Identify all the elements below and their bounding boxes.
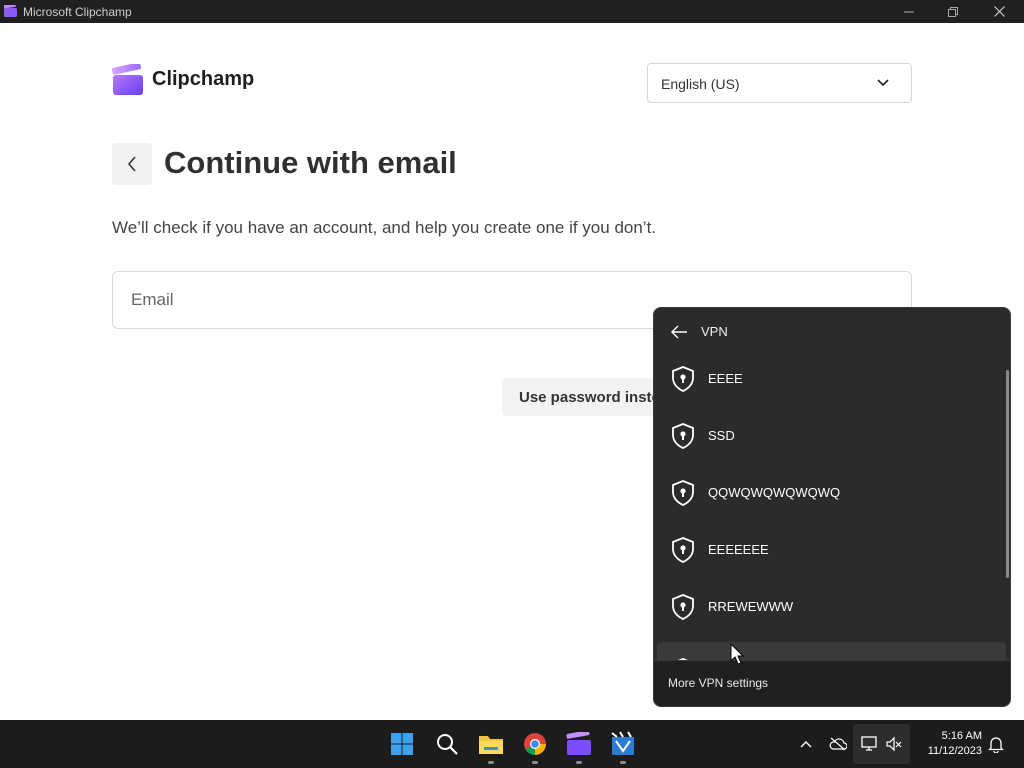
- vpn-connection-name: EEEEEEE: [708, 542, 769, 557]
- minimize-button[interactable]: [886, 0, 932, 23]
- start-button[interactable]: [386, 728, 418, 760]
- running-indicator: [576, 761, 582, 764]
- running-indicator: [532, 761, 538, 764]
- taskbar-clipchamp[interactable]: [563, 728, 595, 764]
- restore-icon: [948, 6, 958, 17]
- taskbar-chrome[interactable]: [519, 728, 551, 764]
- language-selected-value: English (US): [661, 76, 740, 92]
- clock-time: 5:16 AM: [941, 730, 982, 742]
- folder-icon: [479, 736, 503, 754]
- show-hidden-icons-button[interactable]: [796, 734, 816, 754]
- restore-button[interactable]: [930, 0, 976, 23]
- vpn-connection-name: SSD: [708, 428, 735, 443]
- vpn-shield-icon: [672, 480, 694, 506]
- chrome-icon: [524, 733, 546, 755]
- volume-muted-icon: [886, 736, 902, 752]
- vpn-shield-icon: [672, 594, 694, 620]
- chevron-left-icon: [127, 156, 136, 172]
- vpn-connection-list[interactable]: EEEE SSD QQWQWQWQWQWQ EEEEEEE RREWEWWW: [654, 350, 1006, 660]
- running-indicator: [488, 761, 494, 764]
- use-password-instead-button[interactable]: Use password instead: [502, 378, 672, 416]
- movie-maker-icon: [611, 731, 634, 755]
- chevron-down-icon: [877, 79, 889, 87]
- taskbar: 5:16 AM 11/12/2023: [0, 720, 1024, 768]
- vpn-flyout-title: VPN: [701, 324, 728, 339]
- vpn-shield-icon: [672, 366, 694, 392]
- taskbar-movie-maker[interactable]: [607, 728, 639, 764]
- onedrive-offline-icon: [829, 737, 847, 751]
- back-button[interactable]: [112, 143, 152, 185]
- clipchamp-app-icon: [4, 5, 17, 17]
- vpn-connection-name: RREWEWWW: [708, 599, 794, 614]
- vpn-shield-icon: [672, 423, 694, 449]
- vpn-list-scrollbar[interactable]: [1006, 370, 1009, 578]
- chevron-up-icon: [800, 741, 812, 748]
- minimize-icon: [904, 11, 914, 12]
- quick-settings-button[interactable]: [853, 724, 910, 764]
- close-icon: [993, 6, 1005, 17]
- notifications-button[interactable]: [986, 734, 1006, 754]
- taskbar-search-button[interactable]: [431, 728, 463, 760]
- network-icon: [861, 736, 877, 751]
- vpn-connection-item[interactable]: EEEEEEE: [657, 521, 1006, 576]
- vpn-connection-name: EEEE: [708, 371, 743, 386]
- bell-icon: [988, 737, 1004, 753]
- search-icon: [437, 734, 458, 755]
- running-indicator: [620, 761, 626, 764]
- more-vpn-settings-link[interactable]: More VPN settings: [668, 676, 768, 690]
- window-title: Microsoft Clipchamp: [23, 5, 132, 19]
- clock-date: 11/12/2023: [927, 745, 982, 757]
- page-title: Continue with email: [164, 145, 457, 180]
- mouse-cursor-icon: [730, 643, 744, 665]
- vpn-connection-item[interactable]: SSD: [657, 407, 1006, 462]
- vpn-flyout-footer: More VPN settings: [654, 660, 1010, 706]
- vpn-connection-name: QQWQWQWQWQWQ: [708, 485, 841, 500]
- onedrive-tray-button[interactable]: [828, 734, 848, 754]
- clipchamp-logo-text: Clipchamp: [152, 68, 255, 90]
- arrow-left-icon[interactable]: [670, 324, 688, 340]
- language-dropdown[interactable]: English (US): [647, 63, 912, 103]
- clipchamp-icon: [566, 732, 591, 755]
- windows-start-icon: [391, 733, 413, 755]
- vpn-flyout: VPN EEEE SSD QQWQWQWQWQWQ EEEEEEE RREWEW…: [653, 307, 1011, 707]
- vpn-connection-item[interactable]: QQWQWQWQWQWQ: [657, 464, 1006, 519]
- page-subtitle: We’ll check if you have an account, and …: [112, 218, 657, 237]
- clipchamp-logo-icon: [112, 64, 143, 95]
- vpn-connection-item[interactable]: RREWEWWW: [657, 578, 1006, 633]
- vpn-connection-item[interactable]: [657, 642, 1006, 660]
- close-button[interactable]: [976, 0, 1022, 23]
- taskbar-file-explorer[interactable]: [475, 728, 507, 764]
- taskbar-clock[interactable]: 5:16 AM 11/12/2023: [916, 729, 982, 759]
- vpn-connection-item[interactable]: EEEE: [657, 350, 1006, 405]
- vpn-shield-icon: [672, 537, 694, 563]
- window-titlebar: Microsoft Clipchamp: [0, 0, 1024, 23]
